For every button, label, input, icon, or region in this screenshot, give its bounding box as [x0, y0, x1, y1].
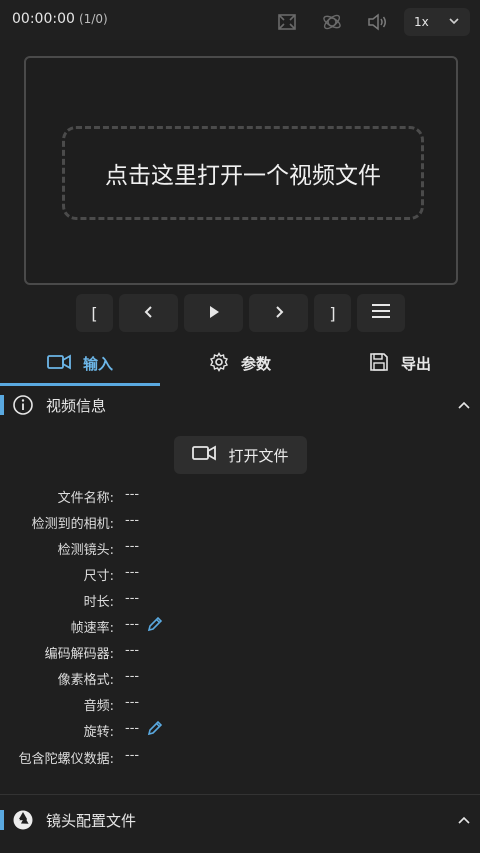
- info-label: 编码解码器:: [44, 647, 114, 662]
- chevron-down-icon: [448, 15, 460, 30]
- save-icon: [369, 352, 389, 376]
- info-value: ---: [125, 565, 140, 580]
- info-icon: [12, 394, 34, 416]
- set-out-point-button[interactable]: ]: [314, 294, 351, 332]
- info-label: 尺寸:: [83, 569, 114, 584]
- info-row-size: 尺寸: ---: [0, 562, 480, 584]
- tab-parameters[interactable]: 参数: [160, 341, 320, 386]
- tab-parameters-label: 参数: [240, 355, 271, 373]
- info-value: ---: [125, 617, 140, 632]
- info-label: 包含陀螺仪数据:: [18, 752, 114, 767]
- info-label: 检测到的相机:: [31, 517, 114, 532]
- video-preview[interactable]: 点击这里打开一个视频文件: [24, 56, 458, 285]
- playback-speed-select[interactable]: 1x: [404, 8, 470, 36]
- info-row-pixel-format: 像素格式: ---: [0, 666, 480, 688]
- section-accent-bar: [0, 395, 4, 415]
- bracket-right-label: ]: [329, 303, 336, 323]
- info-row-rotation: 旋转: ---: [0, 718, 480, 740]
- info-label: 帧速率:: [70, 621, 114, 636]
- info-label: 像素格式:: [57, 673, 114, 688]
- info-row-codec: 编码解码器: ---: [0, 640, 480, 662]
- open-file-button[interactable]: 打开文件: [174, 436, 307, 474]
- timecode: 00:00:00: [12, 11, 75, 27]
- section-divider: [0, 794, 480, 795]
- info-row-audio: 音频: ---: [0, 692, 480, 714]
- info-value: ---: [125, 487, 140, 502]
- next-frame-button[interactable]: [249, 294, 308, 332]
- tab-input[interactable]: 输入: [0, 341, 160, 386]
- video-camera-icon: [47, 353, 71, 375]
- lens-profile-title: 镜头配置文件: [46, 811, 137, 830]
- frame-icon[interactable]: [276, 11, 298, 33]
- volume-icon[interactable]: [366, 11, 388, 33]
- menu-button[interactable]: [357, 294, 405, 332]
- info-row-camera: 检测到的相机: ---: [0, 510, 480, 532]
- tab-bar: 输入 参数 导出: [0, 341, 480, 386]
- info-label: 检测镜头:: [57, 543, 114, 558]
- info-row-duration: 时长: ---: [0, 588, 480, 610]
- video-info-title: 视频信息: [46, 396, 107, 415]
- video-camera-icon: [192, 444, 217, 466]
- dropzone-label: 点击这里打开一个视频文件: [105, 163, 381, 189]
- play-icon: [207, 304, 221, 323]
- info-label: 音频:: [83, 699, 114, 714]
- chevron-right-icon: [272, 304, 286, 323]
- lens-aperture-icon: [12, 809, 34, 831]
- info-value: ---: [125, 748, 140, 763]
- info-value: ---: [125, 513, 140, 528]
- top-bar: 00:00:00 (1/0) 1x: [0, 0, 480, 40]
- frame-counter: (1/0): [79, 12, 108, 26]
- lens-profile-header[interactable]: 镜头配置文件: [0, 800, 480, 840]
- info-row-filename: 文件名称: ---: [0, 484, 480, 506]
- info-label: 旋转:: [83, 725, 114, 740]
- info-label: 文件名称:: [57, 491, 114, 506]
- info-row-framerate: 帧速率: ---: [0, 614, 480, 636]
- video-info-header[interactable]: 视频信息: [0, 385, 480, 425]
- pencil-icon[interactable]: [146, 615, 164, 633]
- tab-export[interactable]: 导出: [320, 341, 480, 386]
- open-video-dropzone[interactable]: 点击这里打开一个视频文件: [62, 126, 424, 220]
- open-file-label: 打开文件: [228, 446, 289, 465]
- chevron-up-icon[interactable]: [456, 397, 472, 413]
- play-button[interactable]: [184, 294, 243, 332]
- info-value: ---: [125, 539, 140, 554]
- info-value: ---: [125, 643, 140, 658]
- info-value: ---: [125, 669, 140, 684]
- info-value: ---: [125, 721, 140, 736]
- gyro-icon[interactable]: [321, 11, 343, 33]
- tab-input-label: 输入: [82, 355, 113, 373]
- info-label: 时长:: [83, 595, 114, 610]
- tab-export-label: 导出: [400, 355, 431, 373]
- hamburger-menu-icon: [371, 303, 391, 323]
- info-row-lens: 检测镜头: ---: [0, 536, 480, 558]
- chevron-up-icon[interactable]: [456, 812, 472, 828]
- info-value: ---: [125, 591, 140, 606]
- bracket-left-label: [: [91, 303, 98, 323]
- section-accent-bar: [0, 810, 4, 830]
- previous-frame-button[interactable]: [119, 294, 178, 332]
- gear-icon: [209, 351, 229, 376]
- info-value: ---: [125, 695, 140, 710]
- info-row-gyro-data: 包含陀螺仪数据: ---: [0, 745, 480, 767]
- pencil-icon[interactable]: [146, 719, 164, 737]
- set-in-point-button[interactable]: [: [76, 294, 113, 332]
- chevron-left-icon: [142, 304, 156, 323]
- playback-speed-value: 1x: [414, 15, 429, 29]
